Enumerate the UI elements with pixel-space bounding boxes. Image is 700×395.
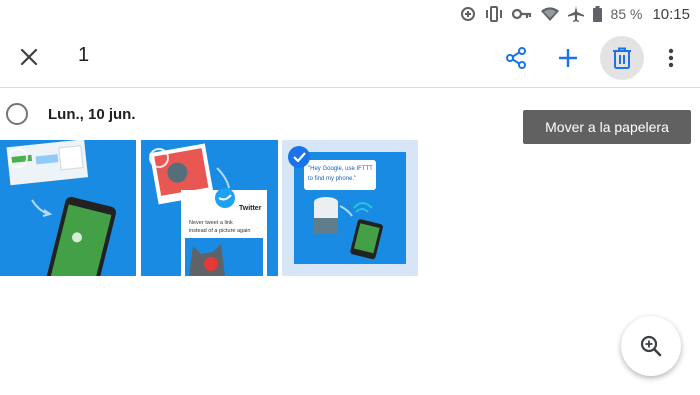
wifi-icon <box>540 0 559 28</box>
date-label: Lun., 10 jun. <box>48 106 136 123</box>
select-group-radio[interactable] <box>6 103 28 125</box>
selection-toolbar: 1 <box>0 28 700 88</box>
photo-selected-check[interactable] <box>288 146 310 168</box>
share-button[interactable] <box>495 37 537 79</box>
svg-text:Never tweet a link: Never tweet a link <box>189 220 233 226</box>
add-button[interactable] <box>547 37 589 79</box>
airplane-icon <box>567 0 584 28</box>
zoom-in-icon <box>640 335 662 357</box>
battery-icon <box>592 0 602 28</box>
photo-thumbnail-selected[interactable]: "Hey Google, use IFTTT to find my phone.… <box>282 140 418 276</box>
svg-text:instead of a picture again: instead of a picture again <box>189 228 250 234</box>
move-to-trash-button[interactable] <box>600 36 644 80</box>
add-icon <box>559 49 577 67</box>
data-saver-icon <box>460 0 476 28</box>
vibrate-icon <box>485 0 503 28</box>
card-title: Twitter <box>239 205 262 212</box>
status-bar: 85 % 10:15 <box>0 0 700 28</box>
close-icon <box>20 48 38 66</box>
photo-select-radio[interactable] <box>8 148 28 168</box>
clock: 10:15 <box>652 5 690 23</box>
check-icon <box>292 152 306 162</box>
photo-thumbnail[interactable] <box>0 140 136 276</box>
trash-icon <box>613 47 631 69</box>
close-button[interactable] <box>12 40 46 74</box>
share-icon <box>506 47 526 69</box>
zoom-button[interactable] <box>621 316 681 376</box>
more-vert-icon <box>668 48 674 68</box>
svg-text:"Hey Google, use IFTTT: "Hey Google, use IFTTT <box>308 166 373 172</box>
vpn-key-icon <box>511 0 532 28</box>
trash-tooltip: Mover a la papelera <box>523 110 691 144</box>
battery-percent: 85 % <box>610 6 643 22</box>
photo-thumbnail[interactable]: Twitter Never tweet a link instead of a … <box>141 140 278 276</box>
selected-count: 1 <box>78 44 90 66</box>
photo-select-radio[interactable] <box>149 148 169 168</box>
photos-selection-screen: 85 % 10:15 1 Lun., 10 jun. Mover a la pa… <box>0 0 700 395</box>
more-options-button[interactable] <box>650 37 692 79</box>
svg-text:to find my phone.": to find my phone." <box>308 176 356 182</box>
